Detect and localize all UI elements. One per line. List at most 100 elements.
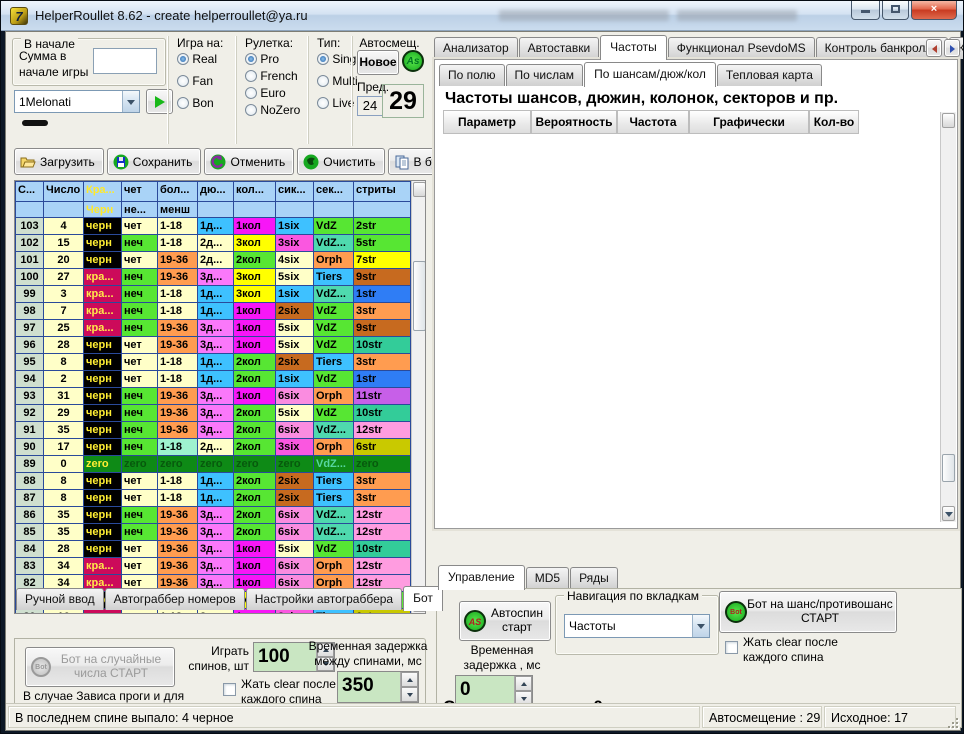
toolbar-button-отменить[interactable]: Отменить bbox=[204, 148, 294, 175]
grid-cell[interactable]: 1д... bbox=[198, 473, 234, 490]
grid-cell[interactable]: 1-18 bbox=[158, 303, 198, 320]
radio-icon[interactable] bbox=[245, 70, 257, 82]
step-up-icon[interactable] bbox=[401, 672, 418, 687]
spin-number-cell[interactable]: 89 bbox=[16, 456, 44, 473]
tab-navigation-combo[interactable]: Частоты bbox=[564, 614, 710, 638]
grid-cell[interactable]: 11str bbox=[354, 388, 411, 405]
spin-number-cell[interactable]: 87 bbox=[16, 490, 44, 507]
radio-icon[interactable] bbox=[177, 53, 189, 65]
radio-icon[interactable] bbox=[245, 104, 257, 116]
grid-cell[interactable]: 2six bbox=[276, 303, 314, 320]
resize-grip[interactable] bbox=[946, 716, 958, 728]
grid-cell[interactable]: 19-36 bbox=[158, 524, 198, 541]
tab-анализатор[interactable]: Анализатор bbox=[434, 37, 518, 59]
clear-after-spin-checkbox[interactable] bbox=[223, 683, 236, 696]
autospin-start-button[interactable]: AS Автоспин старт bbox=[459, 601, 551, 641]
subtab-по-числам[interactable]: По числам bbox=[506, 64, 584, 86]
step-down-icon[interactable] bbox=[401, 687, 418, 702]
number-cell[interactable]: 7 bbox=[44, 303, 84, 320]
grid-cell[interactable]: 9str bbox=[354, 320, 411, 337]
tab-ручной-ввод[interactable]: Ручной ввод bbox=[16, 588, 104, 610]
as-badge-icon[interactable]: As bbox=[402, 50, 424, 72]
spin-number-cell[interactable]: 91 bbox=[16, 422, 44, 439]
minimize-button[interactable] bbox=[851, 1, 880, 20]
delay-between-spins-stepper[interactable]: 350 bbox=[337, 671, 419, 703]
number-cell[interactable]: 15 bbox=[44, 235, 84, 252]
grid-cell[interactable]: кра... bbox=[84, 320, 122, 337]
number-cell[interactable]: 35 bbox=[44, 507, 84, 524]
grid-cell[interactable]: 3д... bbox=[198, 320, 234, 337]
grid-cell[interactable]: неч bbox=[122, 286, 158, 303]
toolbar-button-загрузить[interactable]: Загрузить bbox=[14, 148, 104, 175]
grid-cell[interactable]: чет bbox=[122, 337, 158, 354]
grid-cell[interactable]: 3str bbox=[354, 490, 411, 507]
grid-cell[interactable]: чет bbox=[122, 541, 158, 558]
toolbar-button-очистить[interactable]: Очистить bbox=[297, 148, 384, 175]
grid-cell[interactable]: чет bbox=[122, 371, 158, 388]
grid-cell[interactable]: чет bbox=[122, 354, 158, 371]
grid-cell[interactable]: Orph bbox=[314, 558, 354, 575]
grid-cell[interactable]: 2кол bbox=[234, 507, 276, 524]
grid-cell[interactable]: 6str bbox=[354, 439, 411, 456]
spin-number-cell[interactable]: 101 bbox=[16, 252, 44, 269]
grid-cell[interactable]: черн bbox=[84, 371, 122, 388]
grid-cell[interactable]: 5str bbox=[354, 235, 411, 252]
spin-number-cell[interactable]: 92 bbox=[16, 405, 44, 422]
maximize-button[interactable] bbox=[882, 1, 909, 20]
grid-cell[interactable]: Orph bbox=[314, 439, 354, 456]
grid-cell[interactable]: черн bbox=[84, 252, 122, 269]
grid-cell[interactable]: zero bbox=[198, 456, 234, 473]
radio-option-bon[interactable]: Bon bbox=[177, 96, 214, 110]
radio-icon[interactable] bbox=[317, 75, 329, 87]
grid-cell[interactable]: zero bbox=[276, 456, 314, 473]
radio-icon[interactable] bbox=[245, 53, 257, 65]
grid-cell[interactable]: кра... bbox=[84, 558, 122, 575]
grid-cell[interactable]: 1д... bbox=[198, 303, 234, 320]
radio-option-real[interactable]: Real bbox=[177, 52, 217, 66]
grid-cell[interactable]: zero bbox=[234, 456, 276, 473]
grid-cell[interactable]: черн bbox=[84, 439, 122, 456]
grid-cell[interactable]: кра... bbox=[84, 303, 122, 320]
grid-cell[interactable]: 1-18 bbox=[158, 439, 198, 456]
chevron-down-icon[interactable] bbox=[122, 91, 139, 112]
number-cell[interactable]: 31 bbox=[44, 388, 84, 405]
grid-cell[interactable]: 5six bbox=[276, 337, 314, 354]
grid-cell[interactable]: 1-18 bbox=[158, 235, 198, 252]
grid-cell[interactable]: 2кол bbox=[234, 490, 276, 507]
grid-cell[interactable]: 1six bbox=[276, 286, 314, 303]
spin-number-cell[interactable]: 94 bbox=[16, 371, 44, 388]
grid-cell[interactable]: VdZ... bbox=[314, 507, 354, 524]
tab-бот[interactable]: Бот bbox=[403, 586, 443, 611]
grid-cell[interactable]: Tiers bbox=[314, 490, 354, 507]
grid-cell[interactable]: VdZ bbox=[314, 337, 354, 354]
grid-cell[interactable]: Tiers bbox=[314, 269, 354, 286]
radio-option-french[interactable]: French bbox=[245, 69, 298, 83]
grid-cell[interactable]: 19-36 bbox=[158, 337, 198, 354]
close-button[interactable]: × bbox=[911, 1, 957, 20]
grid-cell[interactable]: 3str bbox=[354, 303, 411, 320]
grid-cell[interactable]: 1кол bbox=[234, 541, 276, 558]
grid-cell[interactable]: VdZ bbox=[314, 320, 354, 337]
grid-cell[interactable]: zero bbox=[122, 456, 158, 473]
grid-cell[interactable]: 3str bbox=[354, 354, 411, 371]
tab-частоты[interactable]: Частоты bbox=[600, 35, 667, 60]
grid-cell[interactable]: 5six bbox=[276, 269, 314, 286]
grid-cell[interactable]: 2six bbox=[276, 490, 314, 507]
radio-option-euro[interactable]: Euro bbox=[245, 86, 286, 100]
freq-scrollbar[interactable] bbox=[940, 112, 956, 522]
grid-cell[interactable]: неч bbox=[122, 235, 158, 252]
grid-cell[interactable]: 5six bbox=[276, 541, 314, 558]
grid-cell[interactable]: 19-36 bbox=[158, 269, 198, 286]
grid-cell[interactable]: 1кол bbox=[234, 558, 276, 575]
grid-cell[interactable]: 1д... bbox=[198, 490, 234, 507]
grid-cell[interactable]: VdZ bbox=[314, 541, 354, 558]
tab-scroll-right-button[interactable] bbox=[944, 39, 960, 57]
tab-md5[interactable]: MD5 bbox=[526, 567, 569, 589]
grid-cell[interactable]: 1-18 bbox=[158, 371, 198, 388]
grid-cell[interactable]: VdZ bbox=[314, 218, 354, 235]
grid-cell[interactable]: 3кол bbox=[234, 269, 276, 286]
grid-cell[interactable]: VdZ... bbox=[314, 422, 354, 439]
grid-cell[interactable]: 5six bbox=[276, 405, 314, 422]
grid-cell[interactable]: 1д... bbox=[198, 354, 234, 371]
radio-icon[interactable] bbox=[245, 87, 257, 99]
